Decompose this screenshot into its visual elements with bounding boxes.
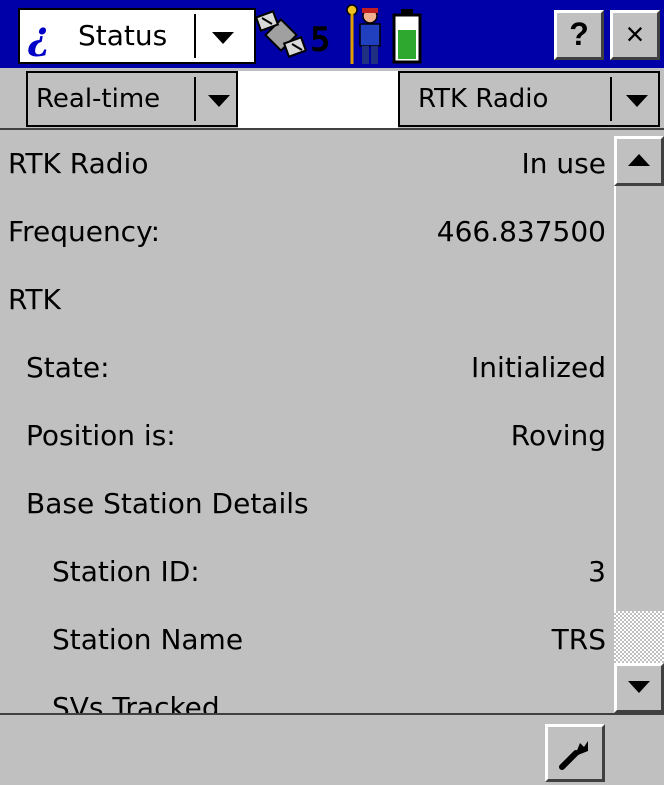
blank-field (238, 71, 398, 128)
row-label: Station Name (52, 623, 244, 656)
list-item: Frequency: 466.837500 (0, 198, 614, 266)
status-menu-label: Status (78, 19, 168, 52)
source-dropdown-value: RTK Radio (418, 84, 549, 114)
vertical-scrollbar[interactable] (614, 136, 664, 713)
chevron-down-icon[interactable] (208, 95, 230, 107)
help-button[interactable]: ? (554, 10, 604, 60)
chevron-down-icon[interactable] (626, 95, 648, 107)
rover-surveyor-icon[interactable] (346, 4, 384, 66)
chevron-up-icon (628, 154, 650, 166)
status-details-list: RTK Radio In use Frequency: 466.837500 R… (0, 130, 614, 713)
combo-separator (610, 77, 612, 121)
list-item: Position is: Roving (0, 402, 614, 470)
combo-separator (194, 77, 196, 121)
row-label: Station ID: (52, 555, 200, 588)
scroll-up-button[interactable] (614, 136, 664, 186)
status-menu-combo[interactable]: ¿ Status (18, 8, 256, 64)
source-dropdown[interactable]: RTK Radio (398, 71, 660, 127)
scrollbar-track[interactable] (614, 186, 664, 611)
mode-dropdown[interactable]: Real-time (26, 71, 238, 127)
list-item: SVs Tracked (0, 674, 614, 713)
row-value: TRS (551, 623, 606, 656)
section-heading: Base Station Details (26, 487, 309, 520)
row-value: In use (521, 147, 606, 180)
title-bar: ¿ Status 5 ? × (0, 0, 664, 68)
settings-wrench-button[interactable] (545, 724, 605, 782)
row-value: Roving (510, 419, 606, 452)
row-label: SVs Tracked (52, 691, 220, 713)
chevron-down-icon[interactable] (212, 32, 234, 44)
row-label: Position is: (26, 419, 176, 452)
row-value: 466.837500 (436, 215, 606, 248)
section-heading: RTK (8, 283, 61, 316)
chevron-down-icon (628, 681, 650, 693)
satellite-count: 5 (310, 20, 331, 60)
satellite-icon[interactable] (256, 10, 310, 62)
list-item: RTK Radio In use (0, 130, 614, 198)
combo-separator (194, 14, 196, 58)
list-item: State: Initialized (0, 334, 614, 402)
scroll-down-button[interactable] (614, 663, 664, 713)
scrollbar-thumb[interactable] (614, 611, 664, 663)
mode-dropdown-value: Real-time (36, 84, 161, 114)
row-label: Frequency: (8, 215, 161, 248)
list-item: RTK (0, 266, 614, 334)
list-item: Base Station Details (0, 470, 614, 538)
list-item: Station ID: 3 (0, 538, 614, 606)
close-button[interactable]: × (610, 10, 660, 60)
row-value: 3 (588, 555, 606, 588)
row-value: Initialized (471, 351, 606, 384)
wrench-icon (559, 741, 588, 770)
battery-icon[interactable] (392, 8, 422, 64)
row-label: State: (26, 351, 110, 384)
info-icon: ¿ (28, 13, 51, 58)
row-label: RTK Radio (8, 147, 149, 180)
list-item: Station Name TRS (0, 606, 614, 674)
